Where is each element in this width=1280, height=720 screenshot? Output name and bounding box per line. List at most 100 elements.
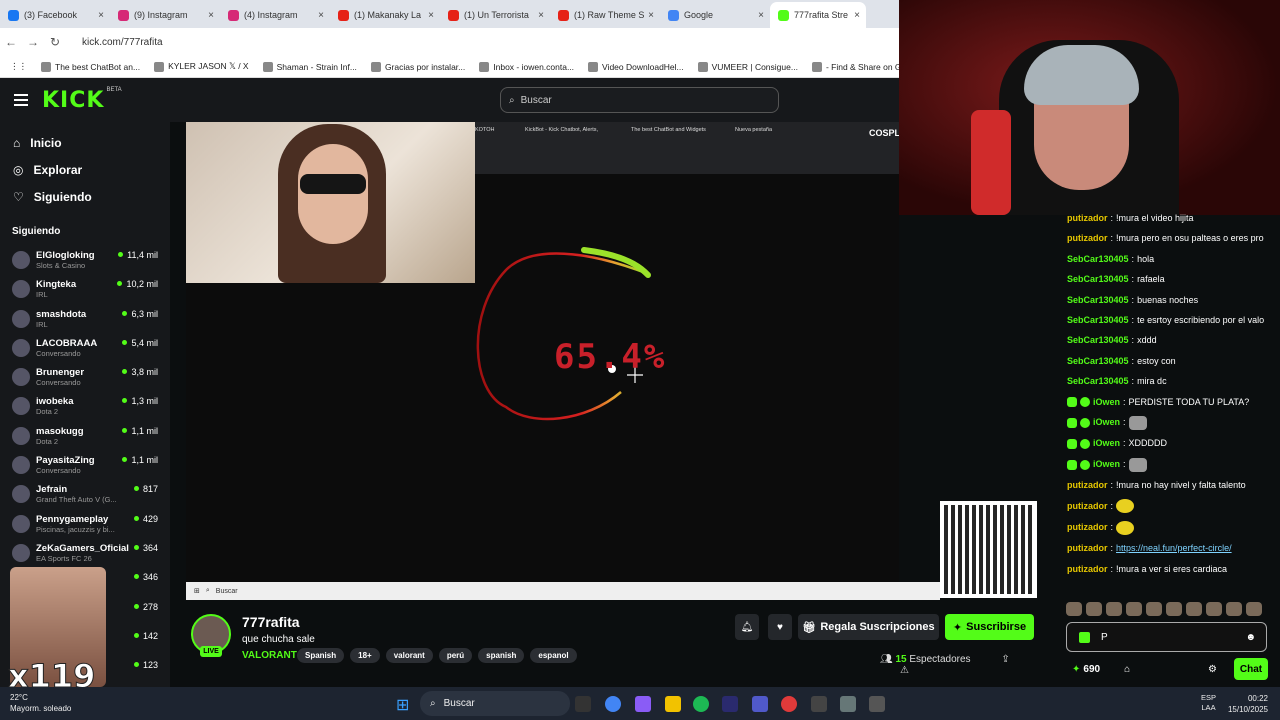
chat-username[interactable]: putizador	[1067, 232, 1108, 245]
emoji-icon[interactable]: ☻	[1245, 632, 1256, 643]
nav-item-explorar[interactable]: ◎ Explorar	[0, 156, 170, 183]
folder-task-icon[interactable]	[665, 696, 681, 712]
url-field[interactable]: kick.com/777rafita	[82, 37, 163, 48]
tab-close-icon[interactable]: ×	[208, 10, 214, 21]
chat-username[interactable]: iOwen	[1093, 416, 1120, 429]
windows-start-icon[interactable]: ⊞	[396, 695, 409, 715]
browser-tab[interactable]: (1) Makanaky La ×	[330, 2, 440, 28]
apps-grid-icon[interactable]: ⋮⋮	[10, 61, 27, 72]
bell-icon[interactable]: 🔔︎	[735, 614, 759, 640]
spotify-task-icon[interactable]	[693, 696, 709, 712]
bookmark-item[interactable]: Gracias por instalar...	[370, 61, 465, 72]
following-channel[interactable]: iwobeka Dota 2 1,3 mil	[0, 393, 170, 422]
chat-username[interactable]: iOwen	[1093, 396, 1120, 409]
channel-name[interactable]: 777rafita	[242, 614, 300, 630]
following-channel[interactable]: ZeKaGamers_Oficial EA Sports FC 26 364	[0, 540, 170, 569]
following-channel[interactable]: masokugg Dota 2 1,1 mil	[0, 423, 170, 452]
tab-close-icon[interactable]: ×	[428, 10, 434, 21]
bookmark-item[interactable]: Video DownloadHel...	[588, 61, 684, 72]
following-channel[interactable]: PayasitaZing Conversando 1,1 mil	[0, 452, 170, 481]
tab-close-icon[interactable]: ×	[318, 10, 324, 21]
tag-chip[interactable]: Spanish	[297, 648, 345, 663]
following-channel[interactable]: ElGlogloking Slots & Casino 11,4 mil	[0, 247, 170, 276]
bookmark-item[interactable]: - Find & Share on G...	[811, 61, 900, 72]
game-category[interactable]: VALORANT	[242, 650, 297, 661]
chat-username[interactable]: putizador	[1067, 500, 1108, 513]
bookmark-item[interactable]: Inbox - iowen.conta...	[479, 61, 574, 72]
system-clock[interactable]: 00:22 15/10/2025	[1228, 693, 1268, 715]
chat-username[interactable]: SebCar130405	[1067, 375, 1129, 388]
browser-tab[interactable]: Google ×	[660, 2, 770, 28]
following-channel[interactable]: Brunenger Conversando 3,8 mil	[0, 364, 170, 393]
windows-search[interactable]: ⌕ Buscar	[420, 691, 570, 716]
chat-username[interactable]: putizador	[1067, 563, 1108, 576]
tab-close-icon[interactable]: ×	[758, 10, 764, 21]
following-channel[interactable]: LACOBRAAA Conversando 5,4 mil	[0, 335, 170, 364]
tag-chip[interactable]: valorant	[385, 648, 433, 663]
nav-item-inicio[interactable]: ⌂ Inicio	[0, 129, 170, 156]
gift-icon[interactable]	[1079, 632, 1090, 643]
points-value[interactable]: 690	[1083, 664, 1100, 675]
store-icon[interactable]: ⌂	[1124, 664, 1130, 675]
language-indicator[interactable]: ESP LAA	[1201, 693, 1216, 713]
bookmark-item[interactable]: The best ChatBot an...	[41, 61, 140, 72]
nav-item-siguiendo[interactable]: ♡ Siguiendo	[0, 183, 170, 210]
bookmark-item[interactable]: Shaman - Strain Inf...	[262, 61, 357, 72]
kick-logo[interactable]: KICK	[42, 88, 104, 113]
chat-username[interactable]: putizador	[1067, 542, 1108, 555]
following-channel[interactable]: Pennygameplay Piscinas, jacuzzis y bi... 4…	[0, 511, 170, 540]
forward-icon[interactable]: →	[22, 35, 44, 49]
weather-widget[interactable]: 22°C Mayorm. soleado	[10, 692, 71, 714]
chat-link[interactable]: https://neal.fun/perfect-circle/	[1116, 542, 1232, 555]
heart-follow-icon[interactable]: ♥	[768, 614, 792, 640]
share-icon[interactable]: ⇪	[1001, 654, 1009, 665]
bookmark-item[interactable]: KYLER JASON 𝕏 / X	[154, 61, 249, 72]
browser-tab[interactable]: (3) Facebook ×	[0, 2, 110, 28]
gift-subs-button[interactable]: 🎁︎ Regala Suscripciones	[798, 614, 939, 640]
premiere-task-icon[interactable]	[722, 696, 738, 712]
chat-username[interactable]: SebCar130405	[1067, 314, 1129, 327]
tag-chip[interactable]: 18+	[350, 648, 380, 663]
discord-task-icon[interactable]	[635, 696, 651, 712]
tab-close-icon[interactable]: ×	[648, 10, 654, 21]
browser-tab[interactable]: (1) Raw Theme S ×	[550, 2, 660, 28]
browser-tab[interactable]: (9) Instagram ×	[110, 2, 220, 28]
app-task-icon[interactable]	[869, 696, 885, 712]
following-channel[interactable]: Jefrain Grand Theft Auto V (G... 817	[0, 481, 170, 510]
settings-task-icon[interactable]	[840, 696, 856, 712]
settings-icon[interactable]: ⚙	[1208, 664, 1217, 675]
chat-username[interactable]: iOwen	[1093, 458, 1120, 471]
emote-row[interactable]	[1066, 602, 1266, 618]
menu-icon[interactable]	[14, 91, 28, 109]
obs-task-icon[interactable]	[811, 696, 827, 712]
report-icon[interactable]: ⚠	[900, 665, 909, 676]
chat-username[interactable]: iOwen	[1093, 437, 1120, 450]
chat-username[interactable]: SebCar130405	[1067, 273, 1129, 286]
reload-icon[interactable]: ↻	[44, 35, 66, 49]
chat-username[interactable]: putizador	[1067, 521, 1108, 534]
chat-input[interactable]: P ☻	[1066, 622, 1267, 652]
tab-close-icon[interactable]: ×	[98, 10, 104, 21]
chat-username[interactable]: SebCar130405	[1067, 355, 1129, 368]
chat-username[interactable]: SebCar130405	[1067, 294, 1129, 307]
opera-task-icon[interactable]	[781, 696, 797, 712]
tab-close-icon[interactable]: ×	[854, 10, 860, 21]
back-icon[interactable]: ←	[0, 35, 22, 49]
subscribe-button[interactable]: ✦ Suscribirse	[945, 614, 1034, 640]
chat-username[interactable]: putizador	[1067, 479, 1108, 492]
browser-tab[interactable]: (1) Un Terrorista ×	[440, 2, 550, 28]
chrome-task-icon[interactable]	[605, 696, 621, 712]
search-input[interactable]: ⌕ Buscar	[500, 87, 779, 113]
browser-tab[interactable]: 777rafita Stre ×	[770, 2, 866, 28]
teams-task-icon[interactable]	[752, 696, 768, 712]
following-channel[interactable]: Kingteka IRL 10,2 mil	[0, 276, 170, 305]
chat-username[interactable]: SebCar130405	[1067, 334, 1129, 347]
chat-username[interactable]: SebCar130405	[1067, 253, 1129, 266]
tag-chip[interactable]: spanish	[478, 648, 525, 663]
chat-username[interactable]: putizador	[1067, 212, 1108, 225]
tag-chip[interactable]: perú	[438, 648, 473, 663]
tag-chip[interactable]: espanol	[530, 648, 577, 663]
bookmark-item[interactable]: VUMEER | Consigue...	[697, 61, 798, 72]
chat-send-button[interactable]: Chat	[1234, 658, 1268, 680]
browser-tab[interactable]: (4) Instagram ×	[220, 2, 330, 28]
